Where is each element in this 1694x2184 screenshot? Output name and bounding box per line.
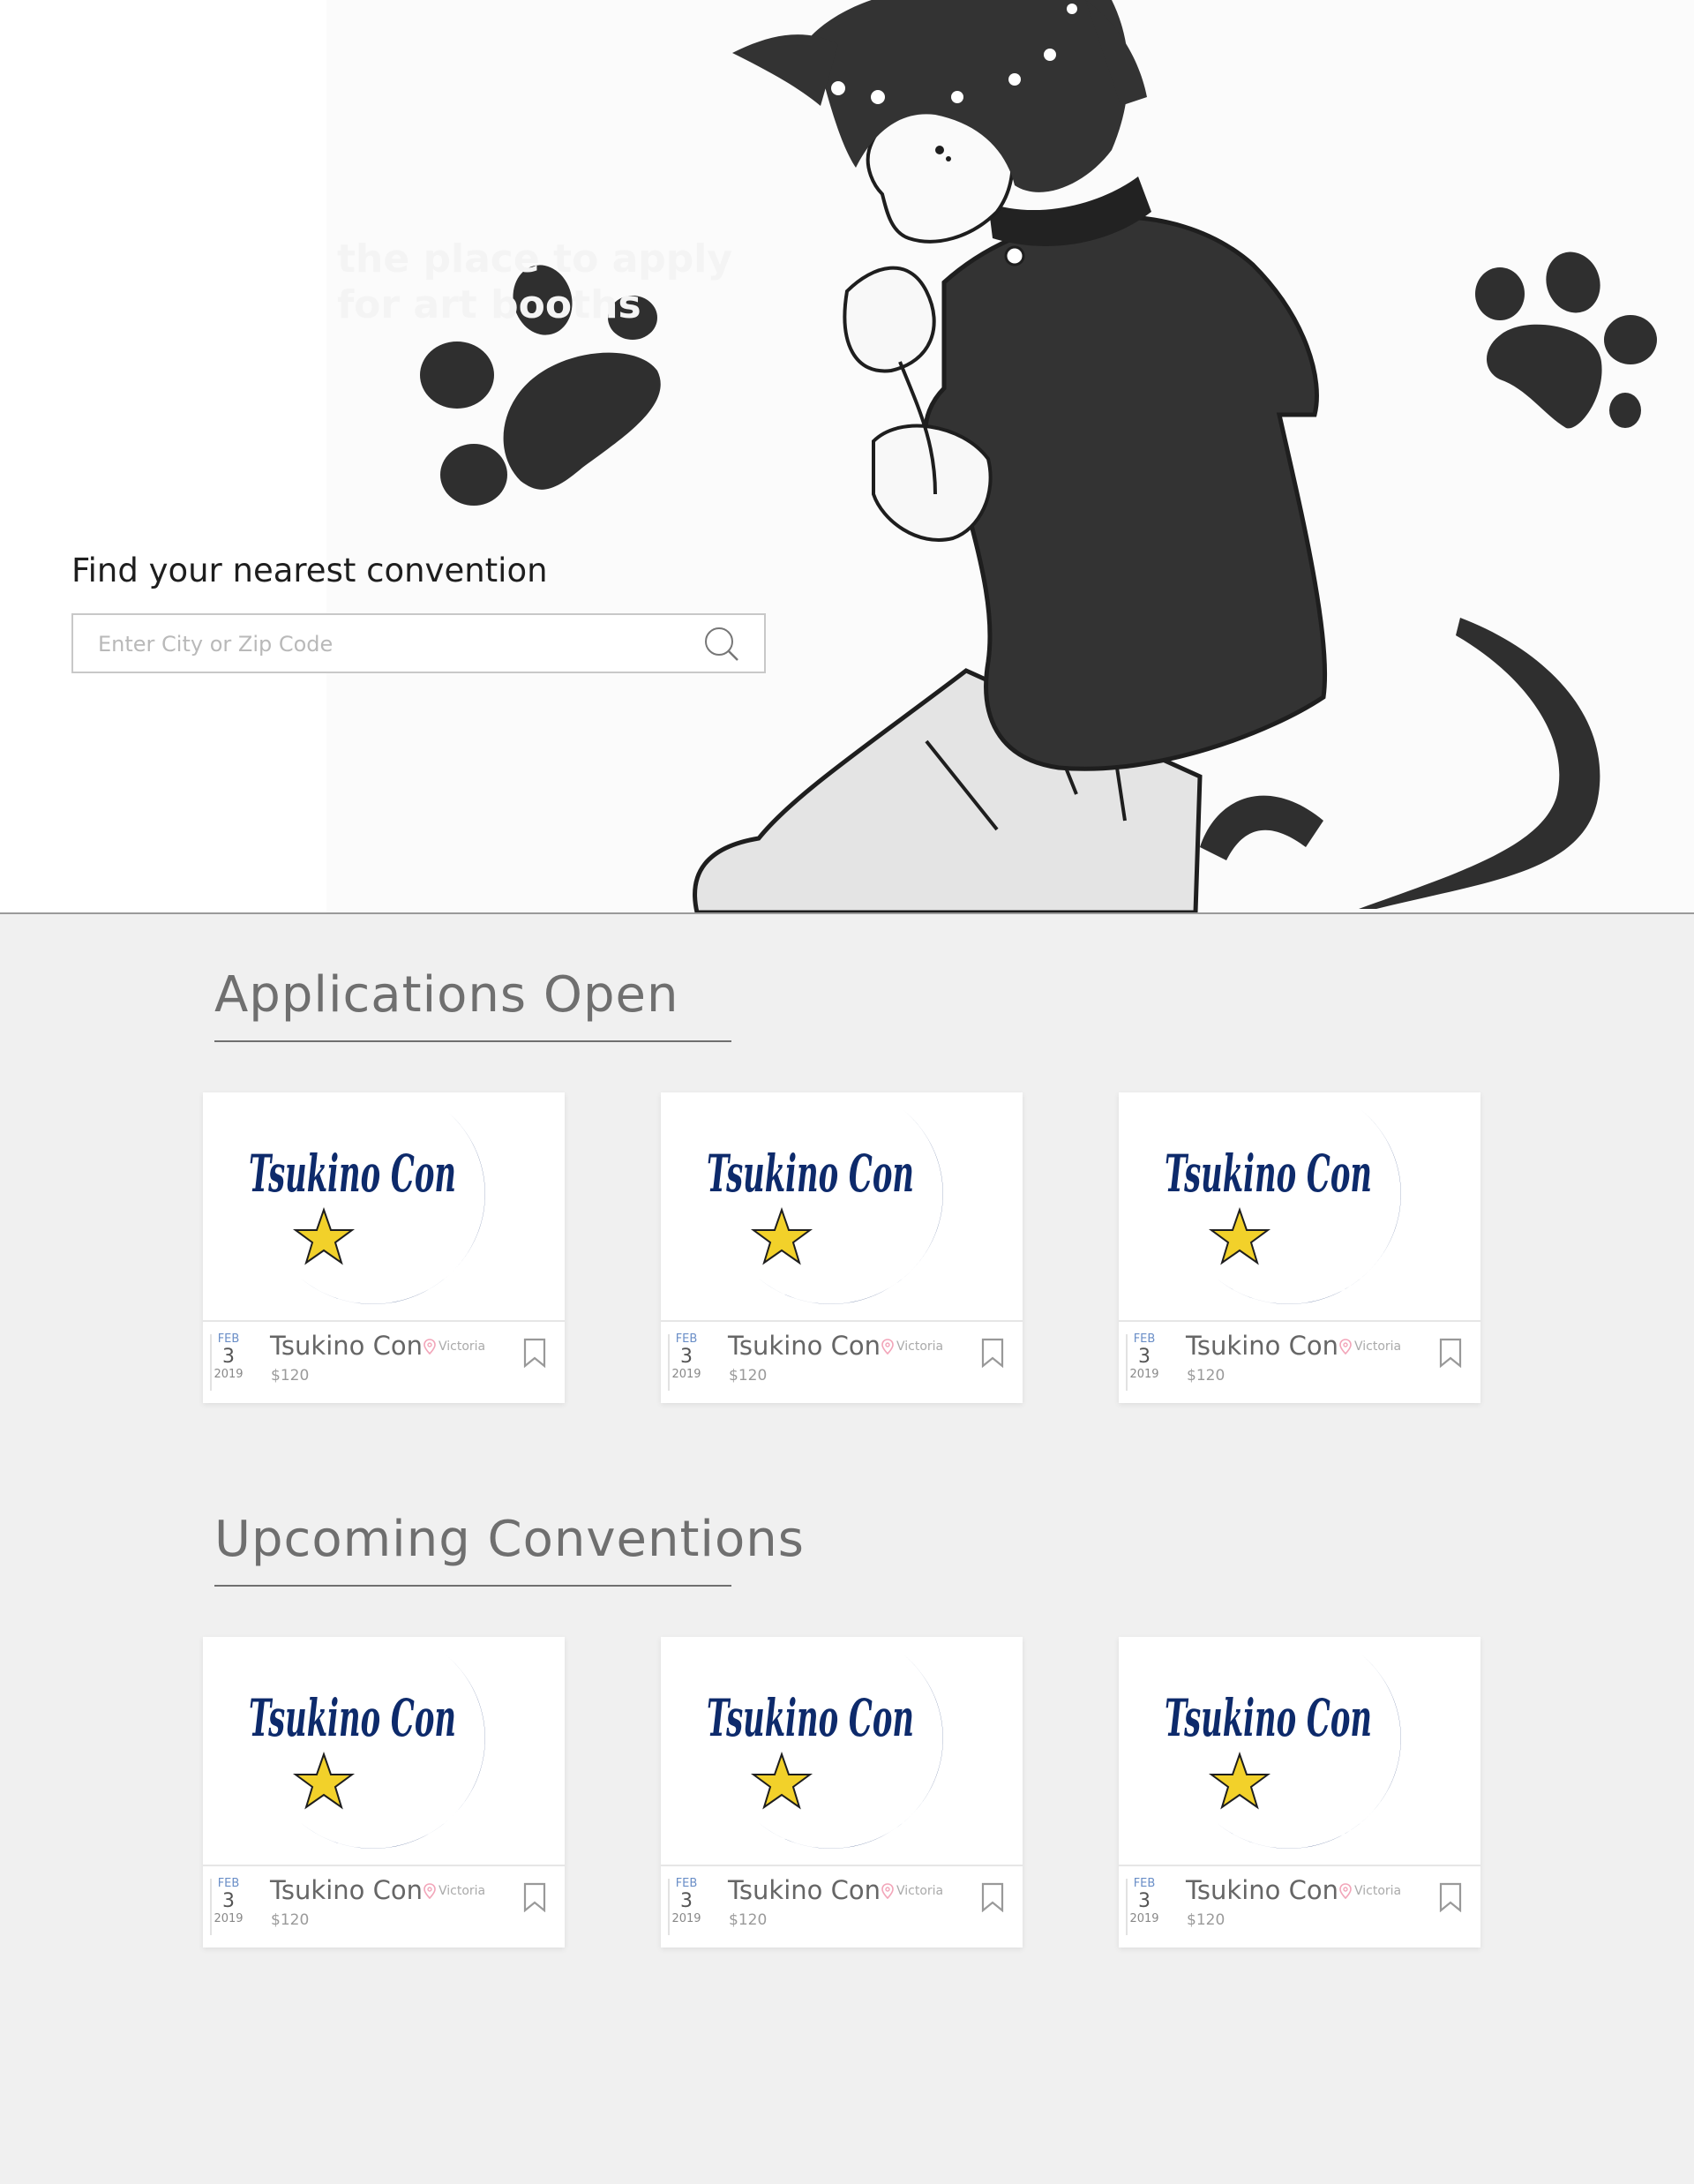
convention-location: Victoria — [424, 1339, 485, 1355]
svg-text:Tsukino Con: Tsukino Con — [1165, 1144, 1372, 1204]
convention-card[interactable]: Tsukino Con FEB 3 2019 Tsukino Con Victoria $1… — [203, 1092, 565, 1403]
event-day: 3 — [1138, 1346, 1151, 1368]
booth-price: $120 — [271, 1911, 310, 1929]
convention-name[interactable]: Tsukino Con — [1186, 1875, 1338, 1905]
location-pin-icon — [424, 1883, 436, 1899]
event-month: FEB — [1133, 1877, 1156, 1890]
booth-price: $120 — [271, 1367, 310, 1385]
bookmark-icon[interactable] — [980, 1882, 1005, 1912]
convention-card[interactable]: Tsukino Con FEB 3 2019 Tsukino Con Victoria $1… — [1119, 1092, 1480, 1403]
convention-logo[interactable]: Tsukino Con — [1119, 1092, 1480, 1322]
paw-print-right-icon — [1475, 251, 1657, 429]
convention-location: Victoria — [881, 1883, 943, 1899]
event-date: FEB 3 2019 — [670, 1877, 703, 1926]
location-pin-icon — [1339, 1339, 1352, 1355]
location-search-input[interactable] — [96, 627, 700, 661]
convention-location: Victoria — [424, 1883, 485, 1899]
event-day: 3 — [222, 1890, 235, 1912]
event-year: 2019 — [671, 1368, 701, 1381]
event-date: FEB 3 2019 — [1128, 1332, 1161, 1382]
event-month: FEB — [217, 1877, 240, 1890]
section-title: Applications Open — [214, 966, 679, 1024]
location-pin-icon — [1339, 1883, 1352, 1899]
convention-card[interactable]: Tsukino Con FEB 3 2019 Tsukino Con Victoria $1… — [661, 1092, 1023, 1403]
location-label: Victoria — [896, 1884, 944, 1898]
cat-character-illustration — [420, 0, 1657, 912]
section-title: Upcoming Conventions — [214, 1511, 805, 1568]
event-date: FEB 3 2019 — [212, 1877, 245, 1926]
event-date: FEB 3 2019 — [1128, 1877, 1161, 1926]
booth-price: $120 — [729, 1911, 768, 1929]
location-pin-icon — [881, 1339, 894, 1355]
convention-name[interactable]: Tsukino Con — [1186, 1331, 1338, 1361]
event-year: 2019 — [214, 1912, 244, 1925]
event-year: 2019 — [214, 1368, 244, 1381]
hero-banner: the place to apply for art booths Find y… — [0, 0, 1694, 914]
convention-name[interactable]: Tsukino Con — [728, 1875, 881, 1905]
event-month: FEB — [675, 1332, 698, 1346]
bookmark-icon[interactable] — [980, 1338, 1005, 1368]
bookmark-icon[interactable] — [522, 1338, 547, 1368]
location-label: Victoria — [1354, 1884, 1402, 1898]
location-search-box[interactable] — [71, 613, 766, 673]
svg-text:Tsukino Con: Tsukino Con — [249, 1688, 456, 1748]
event-year: 2019 — [671, 1912, 701, 1925]
convention-name[interactable]: Tsukino Con — [728, 1331, 881, 1361]
location-pin-icon — [424, 1339, 436, 1355]
location-pin-icon — [881, 1883, 894, 1899]
event-month: FEB — [1133, 1332, 1156, 1346]
convention-location: Victoria — [1339, 1339, 1401, 1355]
event-date: FEB 3 2019 — [212, 1332, 245, 1382]
booth-price: $120 — [1187, 1911, 1226, 1929]
bookmark-icon[interactable] — [1438, 1338, 1463, 1368]
event-month: FEB — [217, 1332, 240, 1346]
booth-price: $120 — [729, 1367, 768, 1385]
convention-location: Victoria — [1339, 1883, 1401, 1899]
convention-card[interactable]: Tsukino Con FEB 3 2019 Tsukino Con Victoria $1… — [203, 1637, 565, 1948]
convention-logo[interactable]: Tsukino Con — [661, 1092, 1023, 1322]
find-convention-label: Find your nearest convention — [71, 552, 548, 589]
location-label: Victoria — [1354, 1340, 1402, 1354]
search-icon[interactable] — [702, 625, 739, 662]
location-label: Victoria — [438, 1884, 486, 1898]
svg-text:Tsukino Con: Tsukino Con — [1165, 1688, 1372, 1748]
convention-logo[interactable]: Tsukino Con — [1119, 1637, 1480, 1866]
convention-name[interactable]: Tsukino Con — [270, 1875, 423, 1905]
section-underline — [214, 1585, 731, 1587]
section-underline — [214, 1040, 731, 1042]
event-day: 3 — [1138, 1890, 1151, 1912]
hero-tagline: the place to apply for art booths — [337, 236, 733, 327]
event-day: 3 — [222, 1346, 235, 1368]
event-day: 3 — [680, 1346, 693, 1368]
bookmark-icon[interactable] — [522, 1882, 547, 1912]
event-year: 2019 — [1129, 1912, 1159, 1925]
svg-text:Tsukino Con: Tsukino Con — [707, 1144, 914, 1204]
convention-logo[interactable]: Tsukino Con — [203, 1637, 565, 1866]
convention-logo[interactable]: Tsukino Con — [203, 1092, 565, 1322]
svg-text:Tsukino Con: Tsukino Con — [249, 1144, 456, 1204]
location-label: Victoria — [896, 1340, 944, 1354]
event-month: FEB — [675, 1877, 698, 1890]
booth-price: $120 — [1187, 1367, 1226, 1385]
convention-card[interactable]: Tsukino Con FEB 3 2019 Tsukino Con Victoria $1… — [661, 1637, 1023, 1948]
convention-logo[interactable]: Tsukino Con — [661, 1637, 1023, 1866]
event-year: 2019 — [1129, 1368, 1159, 1381]
cat-tail — [1359, 618, 1600, 909]
event-date: FEB 3 2019 — [670, 1332, 703, 1382]
bookmark-icon[interactable] — [1438, 1882, 1463, 1912]
svg-text:Tsukino Con: Tsukino Con — [707, 1688, 914, 1748]
convention-card[interactable]: Tsukino Con FEB 3 2019 Tsukino Con Victoria $1… — [1119, 1637, 1480, 1948]
convention-location: Victoria — [881, 1339, 943, 1355]
location-label: Victoria — [438, 1340, 486, 1354]
event-day: 3 — [680, 1890, 693, 1912]
convention-name[interactable]: Tsukino Con — [270, 1331, 423, 1361]
